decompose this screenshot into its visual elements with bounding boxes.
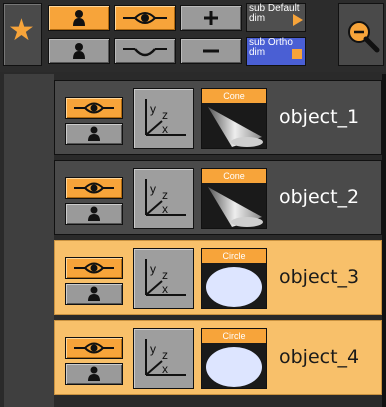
axis-icon: y zx	[145, 179, 186, 216]
transform-button[interactable]: yzx	[133, 248, 194, 309]
plus-icon	[204, 11, 218, 25]
eye-icon	[74, 262, 114, 274]
star-icon: ★	[8, 14, 35, 47]
object-row[interactable]: y z x Cone object_1	[54, 80, 382, 155]
eye-closed-button[interactable]	[114, 38, 176, 64]
add-button[interactable]	[180, 5, 242, 31]
svg-text:z: z	[162, 108, 168, 122]
svg-text:x: x	[162, 202, 168, 216]
sub-ortho-dim-button[interactable]: sub Ortho dim	[246, 37, 306, 66]
transform-button[interactable]: yzx	[133, 88, 194, 149]
select-toggle[interactable]	[65, 203, 123, 225]
geometry-thumbnail[interactable]: Cone	[201, 88, 267, 149]
svg-text:z: z	[162, 348, 168, 362]
sub-default-dim-button[interactable]: sub Default dim	[246, 3, 306, 32]
circle-thumbnail	[206, 267, 262, 307]
list-border	[382, 74, 386, 407]
eye-icon	[74, 342, 114, 354]
object-list: y z x Cone object_1 y z x Cone object_2 y z x Circle o…	[4, 74, 386, 407]
square-icon	[292, 49, 302, 59]
geometry-label: Cone	[202, 89, 266, 103]
person-icon	[73, 10, 85, 26]
object-row[interactable]: y z x Cone object_2	[54, 160, 382, 235]
geometry-thumbnail[interactable]: Cone	[201, 168, 267, 229]
play-icon	[293, 14, 303, 26]
minus-icon	[203, 49, 219, 53]
visibility-toggle[interactable]	[65, 257, 123, 279]
svg-text:x: x	[162, 122, 168, 136]
eye-toggle-button[interactable]	[114, 5, 176, 31]
object-name: object_2	[279, 186, 360, 208]
visibility-toggle[interactable]	[65, 177, 123, 199]
geometry-label: Circle	[202, 329, 266, 343]
object-name: object_3	[279, 266, 360, 288]
remove-button[interactable]	[180, 38, 242, 64]
select-toggle[interactable]	[65, 363, 123, 385]
eye-closed-icon	[123, 48, 167, 57]
axis-icon: y zx	[145, 99, 186, 136]
geometry-thumbnail[interactable]: Circle	[201, 328, 267, 389]
transform-button[interactable]: yzx	[133, 328, 194, 389]
svg-text:x: x	[162, 362, 168, 376]
geometry-thumbnail[interactable]: Circle	[201, 248, 267, 309]
svg-text:y: y	[150, 182, 156, 196]
person-icon	[88, 286, 100, 301]
transform-button[interactable]: yzx	[133, 168, 194, 229]
person-icon	[88, 366, 100, 381]
toolbar: ★ sub Default dim sub Ortho dim	[0, 0, 386, 72]
visibility-toggle[interactable]	[65, 97, 123, 119]
cone-thumbnail	[208, 187, 263, 227]
svg-text:y: y	[150, 262, 156, 276]
axis-icon: y zx	[145, 339, 186, 376]
visibility-toggle[interactable]	[65, 337, 123, 359]
zoom-button[interactable]	[338, 3, 384, 66]
person-icon	[88, 206, 100, 221]
show-object-button[interactable]	[48, 5, 110, 31]
svg-text:y: y	[150, 342, 156, 356]
select-toggle[interactable]	[65, 283, 123, 305]
svg-text:z: z	[162, 268, 168, 282]
eye-icon	[74, 182, 114, 194]
cone-thumbnail	[208, 107, 263, 147]
eye-icon	[74, 102, 114, 114]
object-name: object_1	[279, 106, 360, 128]
hide-object-button[interactable]	[48, 38, 110, 64]
person-icon	[88, 126, 100, 141]
geometry-label: Cone	[202, 169, 266, 183]
list-gutter	[4, 74, 54, 407]
object-row[interactable]: y z x Circle object_4	[54, 320, 382, 395]
favorites-button[interactable]: ★	[3, 3, 42, 66]
object-name: object_4	[279, 346, 360, 368]
svg-text:x: x	[162, 282, 168, 296]
object-row[interactable]: y z x Circle object_3	[54, 240, 382, 315]
eye-icon	[123, 12, 167, 24]
magnifier-icon	[348, 21, 380, 53]
select-toggle[interactable]	[65, 123, 123, 145]
svg-text:y: y	[150, 102, 156, 116]
circle-thumbnail	[206, 347, 262, 387]
svg-text:z: z	[162, 188, 168, 202]
axis-icon: y zx	[145, 259, 186, 296]
person-icon	[73, 43, 85, 59]
geometry-label: Circle	[202, 249, 266, 263]
